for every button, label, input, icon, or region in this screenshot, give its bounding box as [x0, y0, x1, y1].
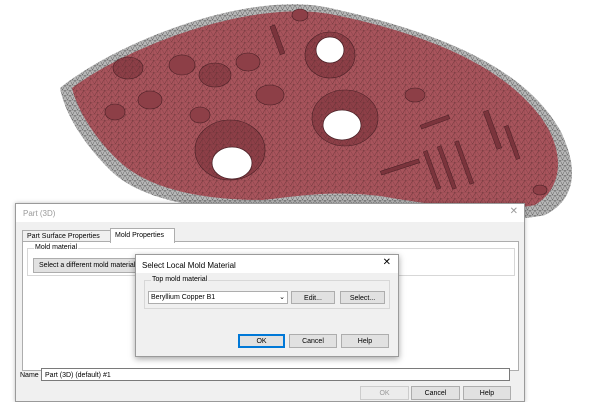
main-dialog-title: Part (3D): [23, 209, 56, 218]
mold-material-group-label: Mold material: [34, 244, 79, 251]
close-icon[interactable]: ✕: [383, 258, 391, 268]
name-label: Name: [20, 372, 39, 379]
mold-material-select[interactable]: Beryllium Copper B1 ⌄: [148, 291, 288, 304]
sub-cancel-button[interactable]: Cancel: [289, 334, 337, 348]
top-mold-material-label: Top mold material: [151, 276, 209, 283]
sub-dialog-title: Select Local Mold Material: [142, 261, 236, 270]
main-cancel-button[interactable]: Cancel: [411, 386, 460, 400]
chevron-down-icon[interactable]: ⌄: [279, 292, 285, 304]
select-button[interactable]: Select...: [340, 291, 385, 304]
top-mold-material-group: Top mold material Beryllium Copper B1 ⌄ …: [144, 276, 390, 309]
select-different-material-button[interactable]: Select a different mold material: [33, 258, 142, 273]
main-help-button[interactable]: Help: [463, 386, 511, 400]
close-icon[interactable]: ✕: [510, 207, 518, 217]
sub-dialog-titlebar[interactable]: Select Local Mold Material ✕: [136, 255, 398, 273]
main-ok-button[interactable]: OK: [360, 386, 409, 400]
edit-button[interactable]: Edit...: [291, 291, 335, 304]
main-dialog-titlebar[interactable]: Part (3D) ✕: [16, 204, 524, 222]
select-local-mold-material-dialog: Select Local Mold Material ✕ Top mold ma…: [135, 254, 399, 357]
sub-help-button[interactable]: Help: [341, 334, 389, 348]
sub-ok-button[interactable]: OK: [238, 334, 285, 348]
name-field[interactable]: Part (3D) (default) #1: [41, 368, 510, 381]
tab-mold-properties[interactable]: Mold Properties: [110, 228, 175, 243]
selected-material-value: Beryllium Copper B1: [151, 294, 216, 301]
